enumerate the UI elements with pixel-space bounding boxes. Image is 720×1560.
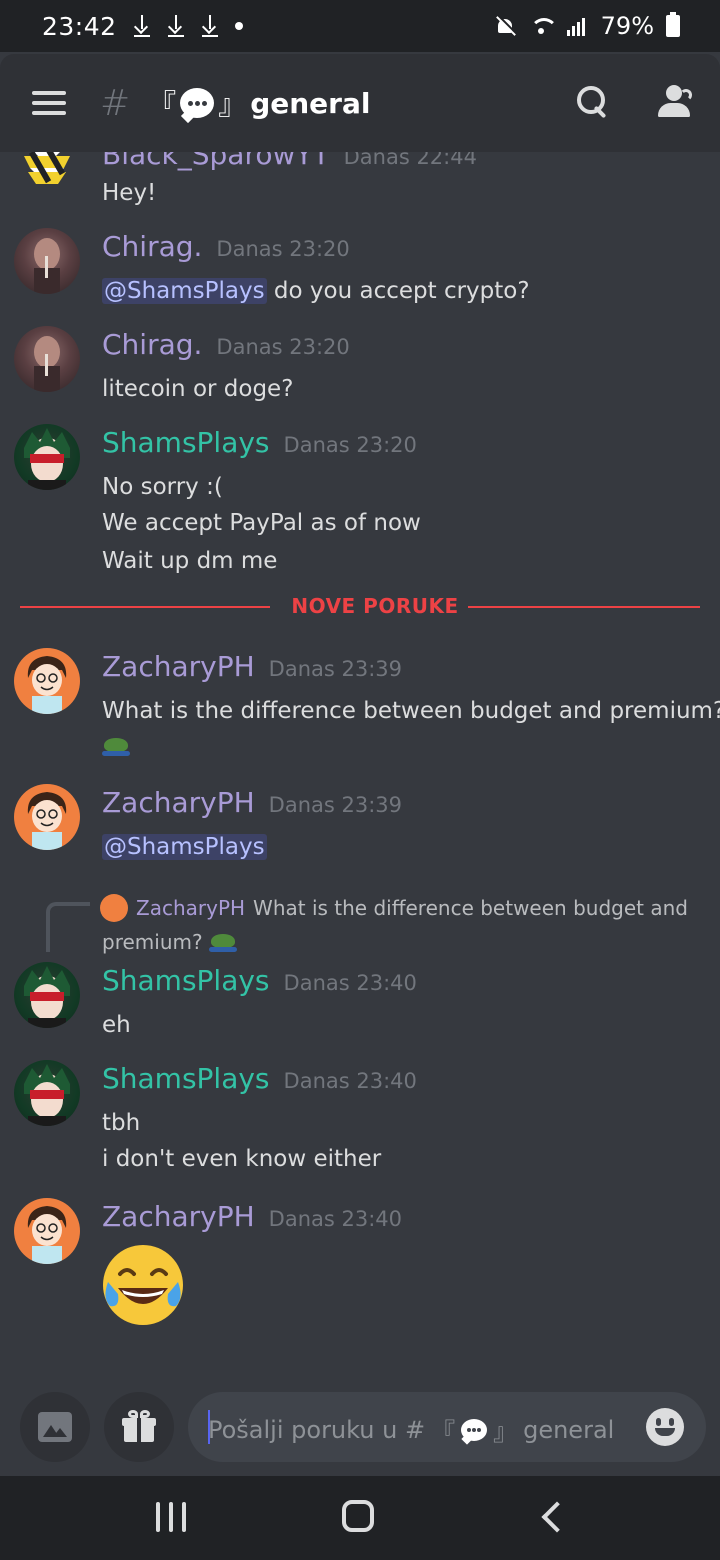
- emoji-picker-icon[interactable]: [646, 1408, 684, 1446]
- avatar[interactable]: [14, 1198, 80, 1264]
- message-timestamp: Danas 23:40: [283, 971, 417, 995]
- avatar[interactable]: [14, 424, 80, 490]
- bracket-open: 『: [148, 88, 177, 121]
- message-text-content: do you accept crypto?: [273, 278, 530, 304]
- new-messages-divider: NOVE PORUKE: [20, 594, 700, 618]
- avatar[interactable]: [14, 152, 80, 196]
- message-text: No sorry :(: [102, 474, 223, 500]
- message-text: i don't even know either: [102, 1146, 382, 1172]
- message-input[interactable]: [188, 1392, 706, 1462]
- frog-emoji-icon: [208, 932, 237, 952]
- message-timestamp: Danas 23:20: [216, 335, 350, 359]
- home-icon[interactable]: [342, 1500, 374, 1532]
- status-time: 23:42: [42, 11, 117, 41]
- avatar[interactable]: [14, 326, 80, 392]
- message-text: We accept PayPal as of now: [102, 510, 421, 536]
- frog-emoji-icon: [102, 736, 130, 756]
- message-timestamp: Danas 23:20: [216, 237, 350, 261]
- status-right: 79%: [495, 12, 680, 40]
- avatar[interactable]: [14, 648, 80, 714]
- message-text: litecoin or doge?: [102, 376, 294, 402]
- reply-preview-continued: premium?: [102, 930, 237, 954]
- attach-image-button[interactable]: [20, 1392, 90, 1462]
- download-icon: [201, 15, 219, 37]
- message-list[interactable]: Black_SparowYT Danas 22:44 Hey! Chirag. …: [0, 152, 720, 1378]
- message-author[interactable]: Chirag.: [102, 230, 202, 263]
- user-mention[interactable]: @ShamsPlays: [102, 278, 267, 304]
- download-icon: [167, 15, 185, 37]
- message-text: @ShamsPlays do you accept crypto?: [102, 278, 530, 304]
- speech-bubble-icon: [180, 88, 215, 118]
- avatar[interactable]: [14, 784, 80, 850]
- message-text: eh: [102, 1012, 131, 1038]
- reply-author[interactable]: ZacharyPH: [136, 896, 245, 920]
- avatar[interactable]: [14, 228, 80, 294]
- composer-bar: Pošalji poruku u # 『 』 general: [0, 1378, 720, 1476]
- message-timestamp: Danas 23:39: [268, 793, 403, 817]
- reply-spine: [46, 902, 90, 952]
- avatar[interactable]: [14, 962, 80, 1028]
- channel-header: # 『 』 general: [0, 54, 720, 152]
- message-author[interactable]: Chirag.: [102, 328, 202, 361]
- message-text: Hey!: [102, 180, 157, 206]
- battery-percent: 79%: [600, 12, 654, 40]
- message-timestamp: Danas 22:44: [343, 152, 477, 169]
- reply-preview[interactable]: ZacharyPH What is the difference between…: [100, 894, 688, 922]
- message-author[interactable]: ZacharyPH: [102, 1200, 255, 1233]
- message-author[interactable]: Black_SparowYT: [102, 152, 330, 171]
- signal-icon: [566, 16, 589, 36]
- members-icon[interactable]: [654, 83, 696, 123]
- joy-emoji-icon: [103, 1245, 183, 1325]
- message-emoji: [102, 736, 130, 762]
- message-text: Wait up dm me: [102, 548, 278, 574]
- reply-text: premium?: [102, 930, 203, 954]
- back-icon[interactable]: [538, 1502, 568, 1532]
- bracket-close: 』: [218, 88, 247, 121]
- message-timestamp: Danas 23:40: [268, 1207, 403, 1231]
- recent-apps-icon[interactable]: [156, 1502, 186, 1532]
- message-timestamp: Danas 23:39: [268, 657, 403, 681]
- gift-button[interactable]: [104, 1392, 174, 1462]
- message-author[interactable]: ShamsPlays: [102, 964, 270, 997]
- image-icon: [38, 1412, 72, 1442]
- message-timestamp: Danas 23:40: [283, 1069, 417, 1093]
- search-icon[interactable]: [574, 83, 614, 123]
- mute-icon: [495, 15, 517, 37]
- message-timestamp: Danas 23:20: [283, 433, 417, 457]
- channel-hash-icon: #: [100, 82, 131, 124]
- download-icon: [133, 15, 151, 37]
- message-author[interactable]: ShamsPlays: [102, 426, 270, 459]
- avatar[interactable]: [14, 1060, 80, 1126]
- message-author[interactable]: ZacharyPH: [102, 786, 255, 819]
- text-caret: [208, 1410, 210, 1444]
- channel-title: 『 』 general: [148, 83, 370, 123]
- new-messages-label: NOVE PORUKE: [282, 594, 468, 618]
- status-bar: 23:42 79%: [0, 0, 720, 52]
- hamburger-icon[interactable]: [32, 91, 66, 115]
- user-mention[interactable]: @ShamsPlays: [102, 834, 267, 860]
- message-text: tbh: [102, 1110, 141, 1136]
- message-author[interactable]: ZacharyPH: [102, 650, 255, 683]
- reply-text: What is the difference between budget an…: [253, 896, 688, 920]
- system-nav-bar: [0, 1476, 720, 1560]
- message-author[interactable]: ShamsPlays: [102, 1062, 270, 1095]
- gift-icon: [122, 1410, 156, 1442]
- reply-avatar: [100, 894, 128, 922]
- message-text: What is the difference between budget an…: [102, 698, 720, 724]
- status-left: 23:42: [42, 12, 243, 41]
- wifi-icon: [529, 16, 558, 36]
- channel-name: general: [250, 86, 371, 120]
- dot-icon: [234, 22, 243, 30]
- message-text: @ShamsPlays: [102, 834, 267, 860]
- battery-icon: [666, 12, 680, 37]
